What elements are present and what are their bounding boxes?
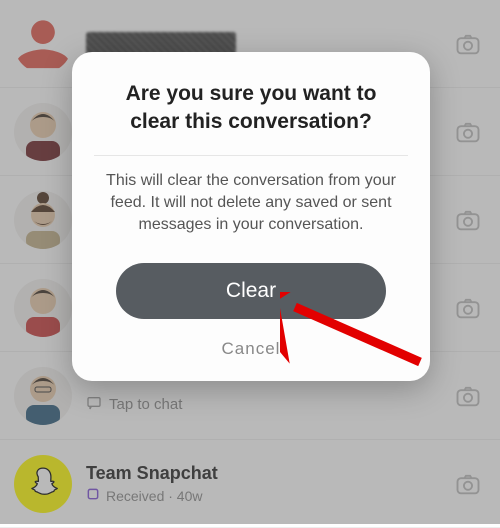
- divider: [94, 155, 408, 156]
- dialog-title: Are you sure you want to clear this conv…: [94, 80, 408, 137]
- clear-conversation-dialog: Are you sure you want to clear this conv…: [72, 52, 430, 381]
- cancel-button[interactable]: Cancel: [222, 339, 281, 359]
- clear-button[interactable]: Clear: [116, 263, 386, 319]
- dialog-body: This will clear the conversation from yo…: [94, 170, 408, 237]
- modal-overlay: Are you sure you want to clear this conv…: [0, 0, 500, 524]
